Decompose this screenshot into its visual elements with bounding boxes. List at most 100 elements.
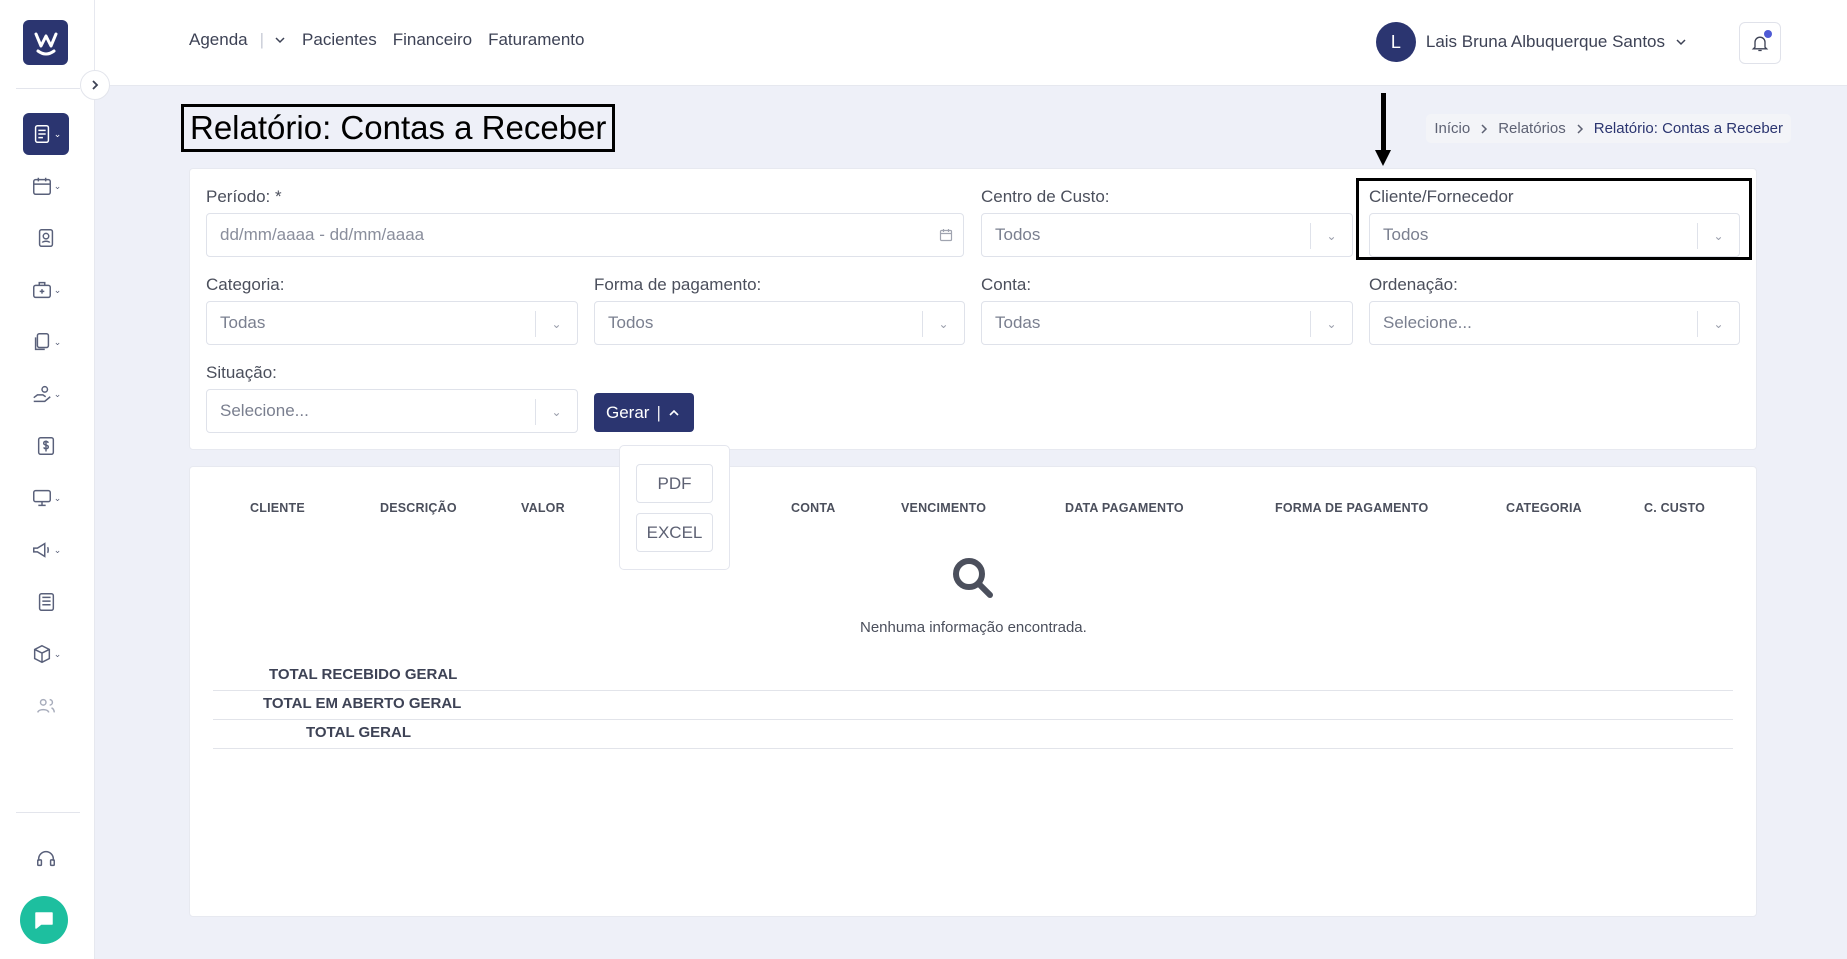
search-icon bbox=[953, 558, 993, 598]
column-header[interactable]: CONTA bbox=[791, 501, 836, 515]
column-header[interactable]: CATEGORIA bbox=[1506, 501, 1582, 515]
breadcrumb-reports[interactable]: Relatórios bbox=[1498, 120, 1566, 137]
chat-icon bbox=[35, 912, 53, 929]
total-row: TOTAL GERAL bbox=[213, 720, 1733, 749]
chat-button[interactable] bbox=[20, 896, 68, 944]
total-row: TOTAL RECEBIDO GERAL bbox=[213, 662, 1733, 691]
chevron-down-icon: ⌄ bbox=[1697, 311, 1739, 337]
ordenacao-label: Ordenação: bbox=[1369, 275, 1458, 294]
sidebar-item-payments[interactable]: ⌄ bbox=[23, 373, 69, 415]
empty-state-message: Nenhuma informação encontrada. bbox=[860, 619, 1087, 636]
periodo-label: Período: * bbox=[206, 187, 282, 206]
sidebar-item-inventory[interactable]: ⌄ bbox=[23, 633, 69, 675]
gerar-separator: | bbox=[656, 402, 661, 422]
user-name: Lais Bruna Albuquerque Santos bbox=[1425, 32, 1665, 51]
breadcrumb-current: Relatório: Contas a Receber bbox=[1593, 120, 1783, 137]
annotation-arrow bbox=[1381, 93, 1386, 151]
centro-custo-select[interactable]: Todos ⌄ bbox=[981, 213, 1353, 257]
categoria-select[interactable]: Todas ⌄ bbox=[206, 301, 578, 345]
sidebar-item-finance[interactable] bbox=[23, 425, 69, 467]
nav-separator: | bbox=[259, 30, 265, 49]
chevron-down-icon: ⌄ bbox=[1310, 311, 1352, 337]
annotation-arrow-head bbox=[1375, 150, 1391, 166]
centro-custo-value: Todos bbox=[995, 225, 1041, 244]
main-nav: Agenda | Pacientes Financeiro Faturament… bbox=[189, 30, 584, 50]
breadcrumb: Início Relatórios Relatório: Contas a Re… bbox=[1426, 114, 1791, 143]
export-excel-button[interactable]: EXCEL bbox=[636, 513, 713, 552]
chevron-right-icon bbox=[92, 80, 99, 90]
column-header[interactable]: VENCIMENTO bbox=[901, 501, 986, 515]
patient-badge-icon bbox=[38, 229, 54, 247]
categoria-label: Categoria: bbox=[206, 275, 285, 294]
chevron-down-icon[interactable] bbox=[274, 34, 286, 46]
medical-bag-icon bbox=[32, 281, 51, 299]
app-logo[interactable] bbox=[23, 20, 68, 65]
breadcrumb-home[interactable]: Início bbox=[1434, 120, 1470, 137]
total-row: TOTAL EM ABERTO GERAL bbox=[213, 691, 1733, 720]
column-header[interactable]: DATA PAGAMENTO bbox=[1065, 501, 1184, 515]
forma-pagamento-value: Todos bbox=[608, 313, 654, 332]
documents-icon bbox=[34, 333, 49, 351]
sidebar-item-agenda[interactable]: ⌄ bbox=[23, 165, 69, 207]
sidebar-item-documents[interactable]: ⌄ bbox=[23, 321, 69, 363]
hand-money-icon bbox=[33, 385, 51, 403]
column-header[interactable]: VALOR bbox=[521, 501, 565, 515]
users-icon bbox=[37, 698, 55, 713]
chevron-down-icon: ⌄ bbox=[535, 399, 577, 425]
chevron-down-icon: ⌄ bbox=[535, 311, 577, 337]
forma-pagamento-select[interactable]: Todos ⌄ bbox=[594, 301, 965, 345]
categoria-value: Todas bbox=[220, 313, 266, 332]
topbar: Agenda | Pacientes Financeiro Faturament… bbox=[95, 0, 1847, 86]
periodo-placeholder: dd/mm/aaaa - dd/mm/aaaa bbox=[220, 225, 425, 244]
monitor-icon bbox=[32, 489, 51, 507]
box-icon bbox=[33, 644, 50, 664]
calendar-icon bbox=[939, 229, 953, 242]
chevron-right-icon bbox=[1577, 123, 1583, 134]
column-header[interactable]: C. CUSTO bbox=[1644, 501, 1705, 515]
notifications-button[interactable] bbox=[1739, 22, 1781, 64]
page-title: Relatório: Contas a Receber bbox=[181, 104, 616, 152]
nav-financeiro[interactable]: Financeiro bbox=[393, 30, 472, 50]
notification-dot bbox=[1764, 30, 1772, 38]
ordenacao-select[interactable]: Selecione... ⌄ bbox=[1369, 301, 1740, 345]
sidebar-item-patients[interactable] bbox=[23, 217, 69, 259]
chevron-down-icon bbox=[1676, 39, 1686, 46]
logo-icon bbox=[34, 32, 57, 55]
column-header[interactable]: FORMA DE PAGAMENTO bbox=[1275, 501, 1428, 515]
conta-select[interactable]: Todas ⌄ bbox=[981, 301, 1353, 345]
ordenacao-value: Selecione... bbox=[1383, 313, 1472, 332]
sidebar-toggle-button[interactable] bbox=[80, 70, 110, 100]
chevron-right-icon bbox=[1481, 123, 1488, 134]
situacao-value: Selecione... bbox=[220, 401, 309, 420]
nav-faturamento[interactable]: Faturamento bbox=[488, 30, 584, 50]
sidebar-item-monitor[interactable]: ⌄ bbox=[23, 477, 69, 519]
chevron-down-icon: ⌄ bbox=[922, 311, 964, 337]
user-menu[interactable]: L Lais Bruna Albuquerque Santos bbox=[1375, 22, 1687, 62]
annotation-highlight-box bbox=[1356, 178, 1752, 260]
megaphone-icon bbox=[32, 542, 49, 558]
total-label: TOTAL RECEBIDO GERAL bbox=[269, 666, 458, 683]
sidebar: ⌄ ⌄ ⌄ ⌄ ⌄ ⌄ ⌄ ⌄ bbox=[0, 0, 95, 959]
sidebar-item-reports[interactable]: ⌄ bbox=[23, 113, 69, 155]
column-header[interactable]: CLIENTE bbox=[250, 501, 305, 515]
sidebar-item-news[interactable] bbox=[23, 581, 69, 623]
export-dropdown: PDF EXCEL bbox=[619, 445, 730, 570]
column-header[interactable]: DESCRIÇÃO bbox=[380, 501, 457, 515]
periodo-input[interactable]: dd/mm/aaaa - dd/mm/aaaa bbox=[206, 213, 964, 257]
dollar-icon bbox=[37, 437, 55, 455]
sidebar-item-medical[interactable]: ⌄ bbox=[23, 269, 69, 311]
gerar-button[interactable]: Gerar | bbox=[594, 393, 694, 432]
sidebar-item-marketing[interactable]: ⌄ bbox=[23, 529, 69, 571]
newspaper-icon bbox=[38, 593, 55, 611]
sidebar-item-users[interactable] bbox=[23, 685, 69, 727]
reports-icon bbox=[34, 125, 49, 143]
nav-pacientes[interactable]: Pacientes bbox=[302, 30, 377, 50]
nav-agenda[interactable]: Agenda bbox=[189, 30, 248, 50]
sidebar-divider-bottom bbox=[16, 812, 80, 813]
gerar-label: Gerar bbox=[606, 402, 650, 422]
avatar: L bbox=[1375, 22, 1416, 62]
export-pdf-button[interactable]: PDF bbox=[636, 464, 713, 503]
sidebar-item-support[interactable] bbox=[23, 838, 69, 880]
situacao-select[interactable]: Selecione... ⌄ bbox=[206, 389, 578, 433]
sidebar-divider bbox=[16, 88, 80, 89]
